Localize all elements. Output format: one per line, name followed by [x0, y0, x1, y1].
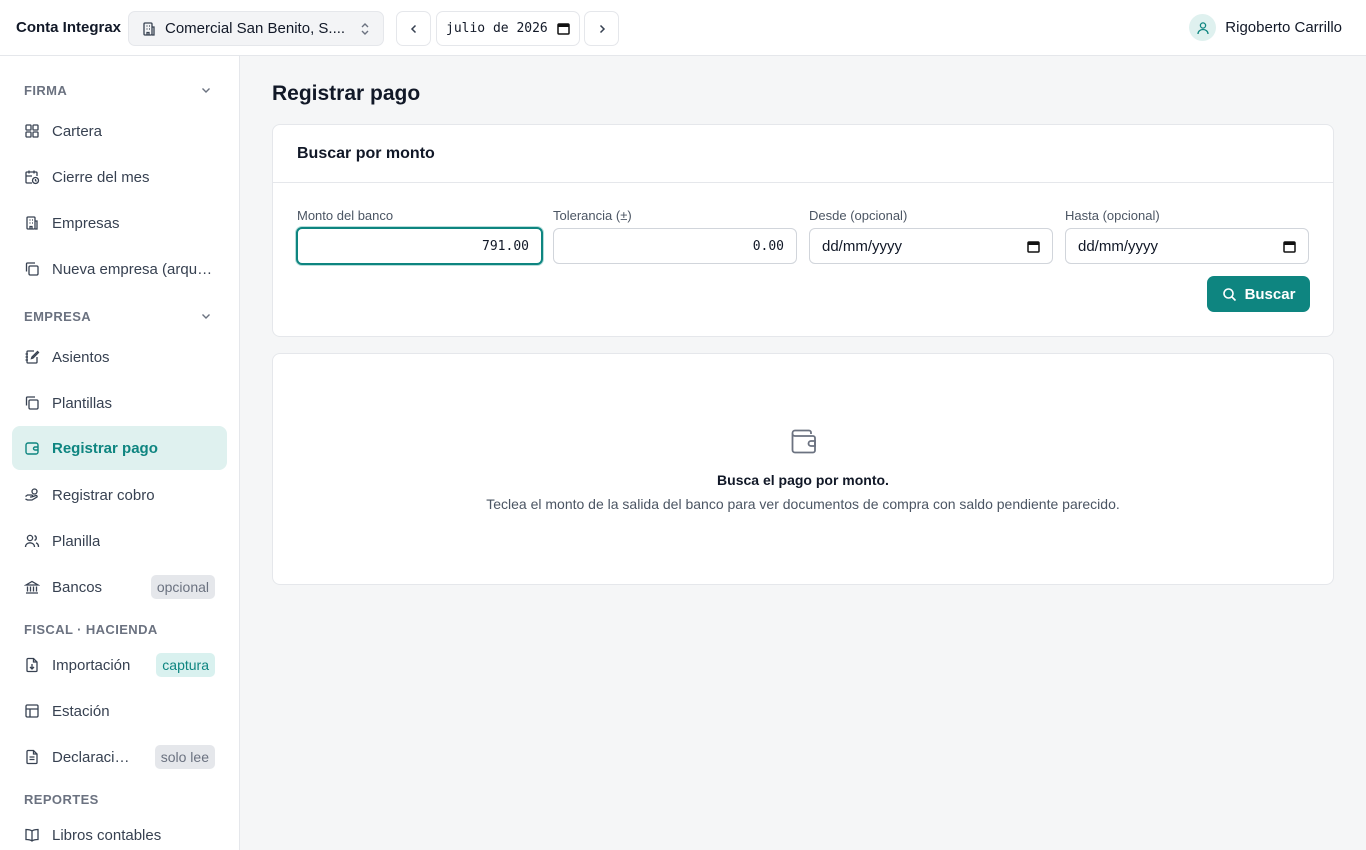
sidebar-item-plantillas[interactable]: Plantillas — [12, 381, 227, 425]
sidebar-item-label: Registrar pago — [52, 439, 158, 457]
search-card: Buscar por monto Monto del banco 791.00 … — [272, 124, 1334, 337]
calendar-icon[interactable] — [557, 22, 570, 35]
avatar — [1189, 14, 1217, 41]
search-icon — [1222, 287, 1236, 301]
chevron-down-icon[interactable] — [200, 310, 212, 322]
notebook-pen-icon — [25, 350, 40, 364]
company-selector[interactable]: Comercial San Benito, S.... — [128, 11, 384, 46]
sidebar-item-label: Planilla — [52, 532, 101, 550]
hasta-placeholder: dd/mm/yyyy — [1078, 237, 1159, 255]
sidebar: FIRMA Cartera Cierre del mes Empresas Nu… — [0, 56, 240, 850]
chevron-down-icon[interactable] — [200, 84, 212, 96]
calendar-icon[interactable] — [1283, 240, 1296, 253]
sidebar-item-label: Empresas — [52, 214, 120, 232]
sidebar-item-planilla[interactable]: Planilla — [12, 519, 227, 563]
next-month-button[interactable] — [584, 11, 619, 46]
hand-coins-icon — [25, 488, 38, 501]
copy-icon — [25, 262, 39, 276]
search-button[interactable]: Buscar — [1207, 276, 1310, 312]
sidebar-item-label: Cartera — [52, 122, 103, 140]
sidebar-item-label: Cierre del mes — [52, 168, 150, 186]
sidebar-item-nueva-empresa[interactable]: Nueva empresa (arqueo) — [12, 247, 227, 291]
file-download-icon — [26, 657, 38, 673]
building-icon — [143, 21, 155, 36]
sidebar-item-registrar-cobro[interactable]: Registrar cobro — [12, 473, 227, 517]
sidebar-item-importacion[interactable]: Importación captura — [12, 643, 227, 687]
sidebar-item-label: Declaraciones — [52, 748, 136, 766]
search-card-header: Buscar por monto — [273, 125, 1333, 183]
calendar-clock-icon — [25, 170, 40, 185]
section-heading-firma: FIRMA — [24, 83, 68, 98]
section-heading-reportes: REPORTES — [24, 792, 99, 807]
chevron-up-down-icon — [361, 22, 369, 35]
sidebar-item-label: Asientos — [52, 348, 110, 366]
chevron-right-icon — [599, 24, 605, 33]
month-value: julio de 2026 — [446, 21, 548, 36]
sidebar-item-declaraciones[interactable]: Declaraciones solo lee — [12, 735, 227, 779]
empty-state-title: Busca el pago por monto. — [717, 472, 889, 488]
status-badge: solo lee — [154, 745, 215, 769]
desde-date-input[interactable]: dd/mm/yyyy — [809, 228, 1053, 264]
monto-label: Monto del banco — [297, 208, 394, 223]
table-icon — [25, 704, 39, 718]
previous-month-button[interactable] — [396, 11, 431, 46]
landmark-icon — [24, 580, 40, 594]
building-icon — [26, 216, 38, 230]
empty-state-description: Teclea el monto de la salida del banco p… — [486, 496, 1120, 512]
user-menu[interactable]: Rigoberto Carrillo — [1189, 14, 1342, 41]
calendar-icon[interactable] — [1027, 240, 1040, 253]
page-title: Registrar pago — [272, 82, 421, 105]
section-heading-empresa: EMPRESA — [24, 309, 92, 324]
sidebar-item-label: Plantillas — [52, 394, 113, 412]
month-input[interactable]: julio de 2026 — [436, 11, 580, 46]
wallet-icon — [25, 442, 39, 455]
book-open-icon — [25, 828, 39, 842]
sidebar-item-libros-contables[interactable]: Libros contables — [12, 813, 227, 850]
sidebar-item-label: Libros contables — [52, 826, 162, 844]
sidebar-item-label: Importación — [52, 656, 131, 674]
hasta-label: Hasta (opcional) — [1065, 208, 1160, 223]
users-icon — [24, 534, 40, 548]
wallet-icon — [791, 429, 816, 454]
status-badge: captura — [156, 653, 215, 677]
sidebar-item-label: Nueva empresa (arqueo) — [52, 260, 217, 278]
file-text-icon — [26, 749, 38, 765]
sidebar-item-label: Registrar cobro — [52, 486, 155, 504]
section-heading-fiscal: FISCAL · HACIENDA — [24, 622, 158, 637]
company-name: Comercial San Benito, S.... — [165, 20, 346, 37]
app-title: Conta Integrax — [16, 19, 122, 36]
sidebar-item-asientos[interactable]: Asientos — [12, 335, 227, 379]
top-bar: Conta Integrax Comercial San Benito, S..… — [0, 0, 1366, 56]
empty-state-card: Busca el pago por monto. Teclea el monto… — [272, 353, 1334, 585]
monto-input[interactable]: 791.00 — [296, 227, 543, 265]
sidebar-item-bancos[interactable]: Bancos opcional — [12, 565, 227, 609]
chevron-left-icon — [410, 24, 416, 33]
sidebar-item-empresas[interactable]: Empresas — [12, 201, 227, 245]
user-icon — [1197, 21, 1209, 34]
tolerancia-label: Tolerancia (±) — [553, 208, 632, 223]
status-badge: opcional — [150, 575, 215, 599]
desde-placeholder: dd/mm/yyyy — [822, 237, 903, 255]
sidebar-item-estacion[interactable]: Estación — [12, 689, 227, 733]
sidebar-item-label: Bancos — [52, 578, 103, 596]
search-card-title: Buscar por monto — [297, 144, 435, 162]
tolerancia-input[interactable]: 0.00 — [553, 228, 797, 264]
sidebar-item-cartera[interactable]: Cartera — [12, 109, 227, 153]
sidebar-item-registrar-pago[interactable]: Registrar pago — [12, 426, 227, 470]
sidebar-item-cierre-del-mes[interactable]: Cierre del mes — [12, 155, 227, 199]
grid-icon — [25, 124, 39, 138]
sidebar-item-label: Estación — [52, 702, 110, 720]
user-name: Rigoberto Carrillo — [1225, 19, 1342, 36]
copy-icon — [25, 396, 39, 410]
desde-label: Desde (opcional) — [809, 208, 908, 223]
search-button-label: Buscar — [1244, 285, 1296, 303]
hasta-date-input[interactable]: dd/mm/yyyy — [1065, 228, 1309, 264]
